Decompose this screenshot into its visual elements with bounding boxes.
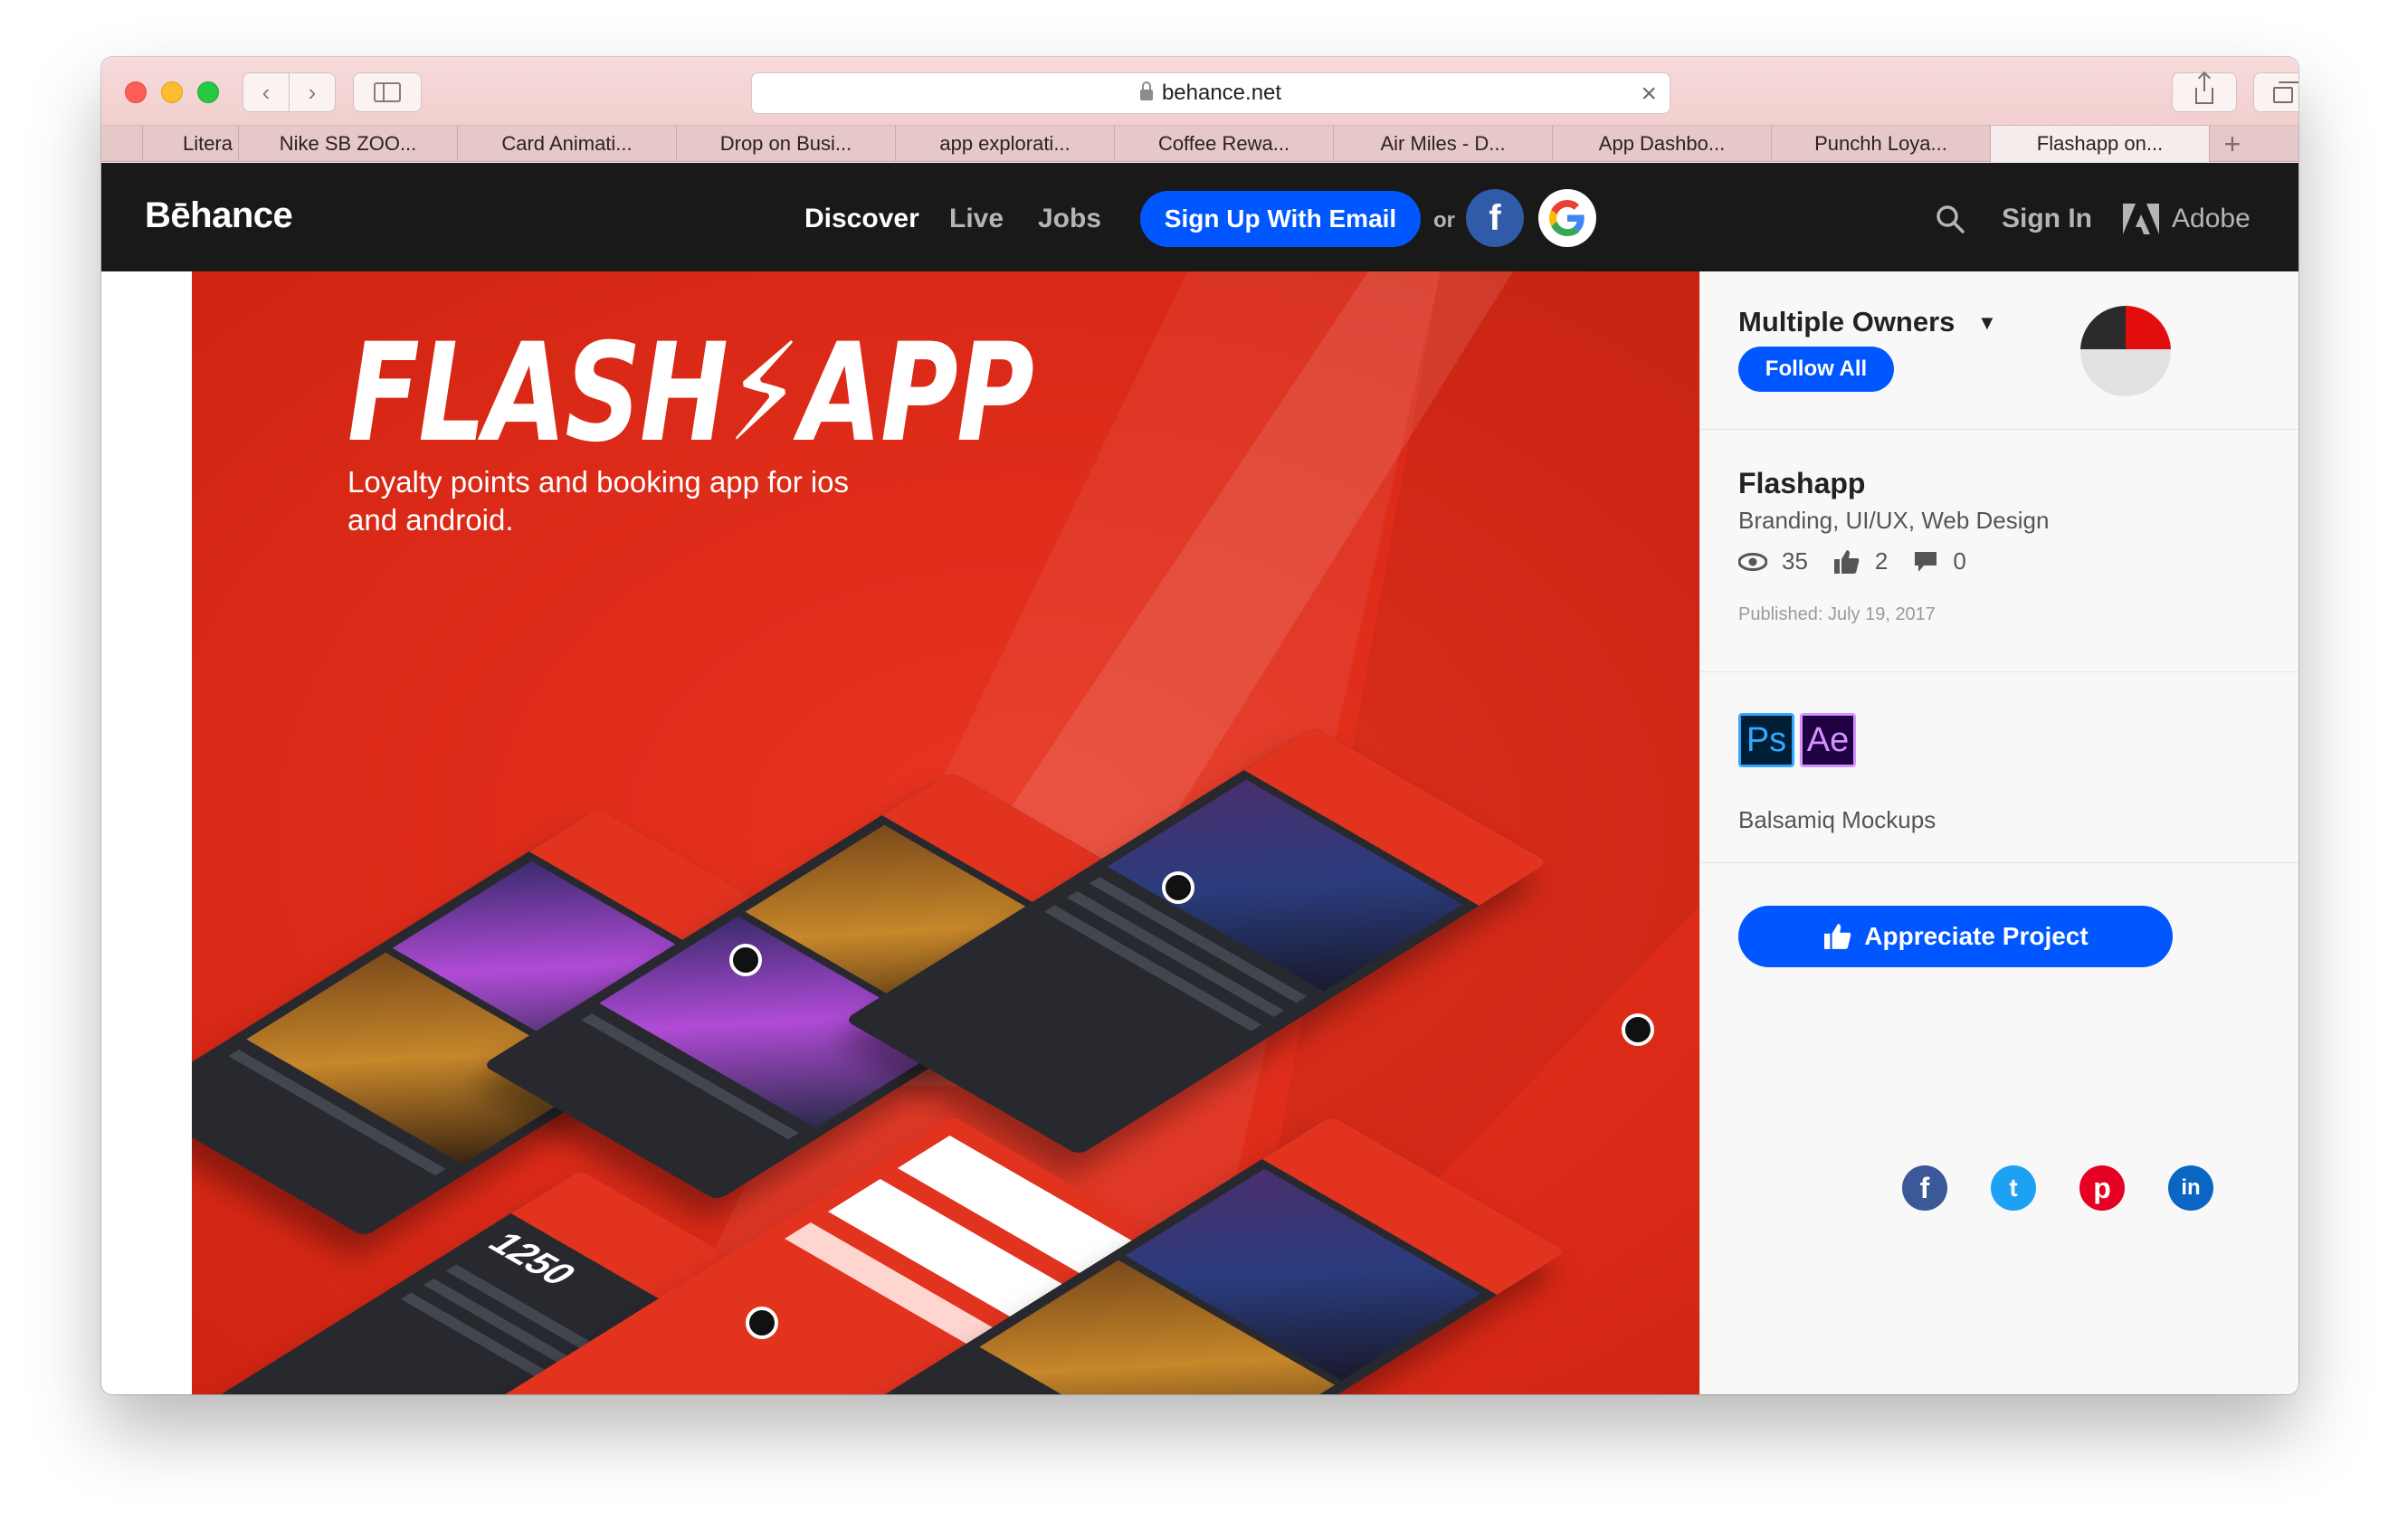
eye-icon (1738, 552, 1767, 571)
project-title: Flashapp (1738, 467, 1866, 499)
new-tab-button[interactable]: + (2210, 126, 2255, 162)
divider (1700, 862, 2298, 863)
thumbs-up-icon (1824, 924, 1851, 949)
appreciations-count: 2 (1874, 547, 1889, 575)
browser-window: ‹ › behance.net × Litera Nike SB ZOO... … (101, 57, 2298, 1394)
after-effects-icon[interactable]: Ae (1800, 713, 1856, 767)
views-count: 35 (1782, 547, 1808, 575)
url-text: behance.net (1161, 81, 1282, 105)
facebook-icon: f (1489, 197, 1501, 238)
site-header: Bēhance Discover Live Jobs Sign Up With … (101, 163, 2298, 271)
photoshop-icon[interactable]: Ps (1738, 713, 1794, 767)
signin-link[interactable]: Sign In (2002, 204, 2092, 234)
owners-dropdown[interactable]: Multiple Owners (1738, 306, 1955, 338)
twitter-icon: t (2009, 1174, 2018, 1202)
chevron-right-icon: › (308, 78, 317, 106)
qr-code-icon (1622, 1013, 1654, 1046)
search-button[interactable] (1935, 204, 1965, 239)
tab-item[interactable]: Drop on Busi... (677, 126, 896, 162)
qr-code-icon (746, 1307, 778, 1339)
show-tabs-button[interactable] (2253, 72, 2298, 112)
back-button[interactable]: ‹ (243, 72, 290, 112)
share-button[interactable] (2172, 72, 2237, 112)
tabs-icon (2273, 81, 2298, 103)
share-icon (2195, 73, 2213, 104)
signup-email-button[interactable]: Sign Up With Email (1140, 191, 1421, 247)
zoom-window-button[interactable] (197, 81, 219, 103)
project-stats: 35 2 0 (1738, 547, 1992, 575)
share-pinterest-button[interactable]: p (2079, 1165, 2125, 1211)
close-window-button[interactable] (125, 81, 147, 103)
google-signin-button[interactable] (1538, 189, 1596, 247)
tab-pinned[interactable] (101, 126, 143, 162)
tab-item[interactable]: Card Animati... (458, 126, 677, 162)
stop-loading-icon[interactable]: × (1641, 79, 1657, 109)
tab-item[interactable]: App Dashbo... (1553, 126, 1772, 162)
nav-discover[interactable]: Discover (804, 204, 919, 234)
tab-item[interactable]: Nike SB ZOO... (239, 126, 458, 162)
share-linkedin-button[interactable]: in (2168, 1165, 2213, 1211)
tab-item[interactable]: Coffee Rewa... (1115, 126, 1334, 162)
adobe-link[interactable]: Adobe (2123, 204, 2251, 234)
nav-live[interactable]: Live (949, 204, 1004, 234)
chevron-left-icon: ‹ (262, 78, 271, 106)
hero-subtitle: Loyalty points and booking app for ios a… (347, 465, 850, 537)
tab-item-active[interactable]: Flashapp on... (1991, 126, 2210, 162)
divider (1700, 671, 2298, 672)
caret-down-icon[interactable]: ▼ (1977, 311, 1997, 335)
comment-icon (1915, 551, 1937, 572)
tab-item[interactable]: Punchh Loya... (1772, 126, 1991, 162)
tab-item[interactable]: Air Miles - D... (1334, 126, 1553, 162)
minimize-window-button[interactable] (161, 81, 183, 103)
adobe-icon (2123, 204, 2159, 234)
share-twitter-button[interactable]: t (1991, 1165, 2036, 1211)
comments-count: 0 (1953, 547, 1966, 575)
tab-item[interactable]: app explorati... (896, 126, 1115, 162)
qr-code-icon (1162, 871, 1194, 904)
follow-all-button[interactable]: Follow All (1738, 347, 1894, 392)
flashapp-logo: FLASH⚡APP (347, 315, 1034, 472)
tab-item[interactable]: Litera (143, 126, 239, 162)
qr-code-icon (729, 944, 762, 976)
facebook-icon: f (1919, 1171, 1930, 1204)
search-icon (1936, 205, 1965, 233)
or-separator: or (1433, 208, 1455, 233)
pinterest-icon: p (2093, 1171, 2111, 1204)
google-icon (1549, 200, 1584, 236)
thumbs-up-icon (1833, 549, 1860, 574)
project-sidebar: Multiple Owners ▼ Follow All Flashapp Br… (1699, 271, 2298, 1394)
sidebar-icon (374, 82, 401, 102)
share-facebook-button[interactable]: f (1902, 1165, 1947, 1211)
project-hero-image[interactable]: FLASH⚡APP Loyalty points and booking app… (192, 271, 1699, 1394)
nav-jobs[interactable]: Jobs (1038, 204, 1101, 234)
appreciate-project-button[interactable]: Appreciate Project (1738, 906, 2173, 967)
project-fields[interactable]: Branding, UI/UX, Web Design (1738, 507, 2049, 535)
browser-toolbar: ‹ › behance.net × (101, 57, 2298, 126)
linkedin-icon: in (2181, 1175, 2201, 1200)
divider (1700, 429, 2298, 430)
avatar[interactable] (2080, 306, 2171, 396)
sidebar-toggle-button[interactable] (353, 72, 422, 112)
lock-icon (1139, 81, 1153, 100)
facebook-signin-button[interactable]: f (1466, 189, 1524, 247)
project-page: FLASH⚡APP Loyalty points and booking app… (101, 271, 2298, 1394)
address-bar[interactable]: behance.net × (751, 72, 1670, 114)
forward-button[interactable]: › (289, 72, 336, 112)
tools-used-text[interactable]: Balsamiq Mockups (1738, 806, 1936, 834)
published-date: Published: July 19, 2017 (1738, 604, 1936, 624)
behance-logo[interactable]: Bēhance (145, 195, 293, 236)
tab-strip: Litera Nike SB ZOO... Card Animati... Dr… (101, 126, 2298, 162)
